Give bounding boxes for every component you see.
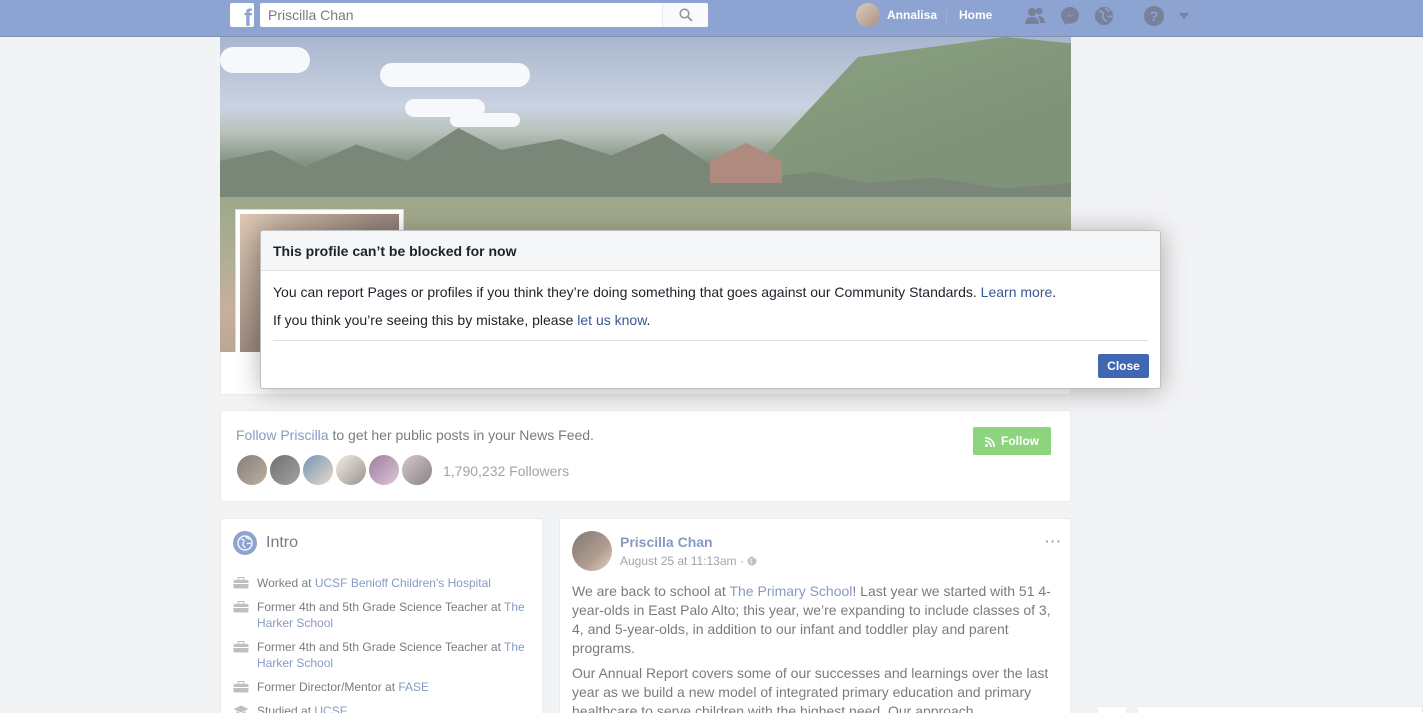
dialog-title: This profile can’t be blocked for now [273, 243, 517, 259]
learn-more-link[interactable]: Learn more [981, 284, 1053, 300]
dialog-text: You can report Pages or profiles if you … [273, 284, 981, 300]
close-button[interactable]: Close [1098, 354, 1149, 378]
dialog-divider [273, 340, 1148, 341]
let-us-know-link[interactable]: let us know [577, 312, 646, 328]
dialog-text: . [646, 312, 651, 328]
cannot-block-dialog: This profile can’t be blocked for now Yo… [260, 230, 1161, 389]
dialog-message-line: If you think you’re seeing this by mista… [273, 312, 650, 328]
dialog-text: If you think you’re seeing this by mista… [273, 312, 578, 328]
dialog-header: This profile can’t be blocked for now [261, 231, 1160, 271]
dialog-text: . [1052, 284, 1057, 300]
dialog-message-line: You can report Pages or profiles if you … [273, 284, 1056, 300]
